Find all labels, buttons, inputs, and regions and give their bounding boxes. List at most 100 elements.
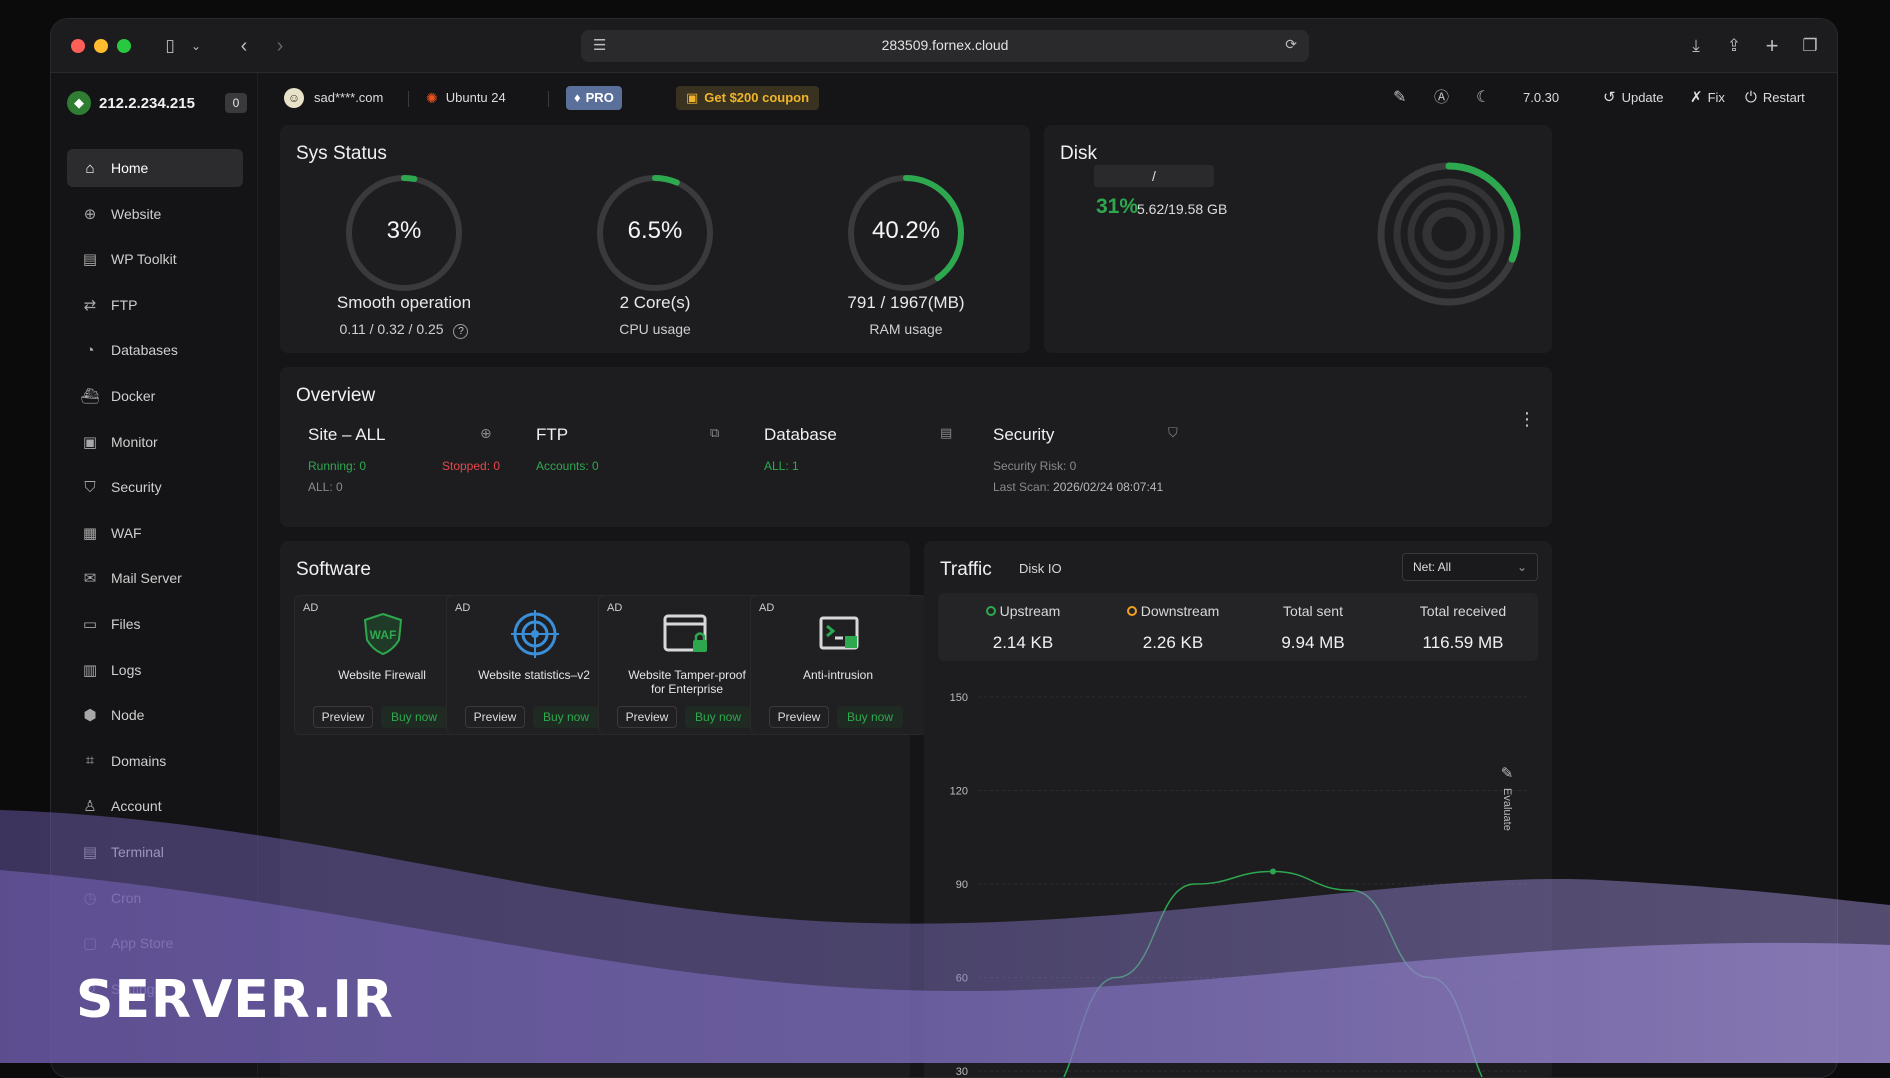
notification-count[interactable]: 0 (225, 93, 247, 113)
site-stopped[interactable]: Stopped: 0 (442, 459, 500, 473)
sidebar-item-domains[interactable]: ⌗ Domains (67, 742, 243, 780)
database-icon: ▤ (940, 425, 953, 440)
minimize-window-button[interactable] (94, 39, 108, 53)
sidebar-item-website[interactable]: ⊕ Website (67, 195, 243, 233)
disk-panel: Disk / 31% 5.62/19.58 GB (1044, 125, 1552, 353)
security-overview-title[interactable]: Security (993, 425, 1054, 445)
net-select[interactable]: Net: All ⌄ (1402, 553, 1538, 581)
sidebar-item-security[interactable]: ⛉ Security (67, 468, 243, 506)
preview-button[interactable]: Preview (465, 706, 525, 728)
sidebar-item-home[interactable]: ⌂ Home (67, 149, 243, 187)
ram-usage-label: RAM usage (869, 321, 943, 337)
sidebar-item-label: FTP (111, 296, 138, 313)
sidebar-item-label: WAF (111, 524, 142, 541)
sidebar-toggle-icon[interactable]: ▯ (157, 33, 183, 59)
sidebar-item-account[interactable]: ♙ Account (67, 787, 243, 825)
docker-icon: ⛴ (80, 387, 100, 405)
security-risk[interactable]: Security Risk: 0 (993, 459, 1076, 473)
edit-icon[interactable]: ✎ (1393, 86, 1406, 110)
disk-gauge[interactable] (1374, 159, 1524, 309)
diamond-icon: ♦ (574, 90, 581, 105)
total-sent-label: Total sent (1283, 603, 1343, 619)
traffic-peak-point[interactable] (1270, 868, 1276, 875)
sidebar-item-files[interactable]: ▭ Files (67, 605, 243, 643)
software-card-firewall[interactable]: AD WAF Website Firewall Preview Buy now (294, 595, 470, 735)
coupon-button[interactable]: ▣ Get $200 coupon (676, 86, 820, 110)
disk-mount-tab[interactable]: / (1094, 165, 1214, 187)
software-card-statistics[interactable]: AD Website statistics–v2 Preview Buy now (446, 595, 622, 735)
tab-disk-io[interactable]: Disk IO (1019, 561, 1062, 576)
sidebar-item-databases[interactable]: ◔ Databases (67, 331, 243, 369)
restart-button[interactable]: ⏻ Restart (1745, 86, 1805, 110)
sidebar-item-logs[interactable]: ▥ Logs (67, 651, 243, 689)
last-scan: Last Scan: 2026/02/24 08:07:41 (993, 480, 1163, 494)
preview-button[interactable]: Preview (769, 706, 829, 728)
share-icon[interactable]: ⇪ (1721, 33, 1747, 59)
chevron-down-icon[interactable]: ⌄ (187, 33, 205, 59)
wrench-icon: ✗ (1690, 89, 1703, 106)
preview-button[interactable]: Preview (617, 706, 677, 728)
translate-icon[interactable]: Ⓐ (1434, 86, 1449, 110)
buy-now-button[interactable]: Buy now (533, 706, 599, 728)
ftp-overview-title[interactable]: FTP (536, 425, 568, 445)
os-info[interactable]: ✺ Ubuntu 24 (426, 86, 506, 110)
traffic-chart[interactable]: 150 120 90 60 30 (938, 681, 1538, 1078)
fix-button[interactable]: ✗ Fix (1690, 86, 1725, 110)
sidebar: ◆ 212.2.234.215 0 ⌂ Home ⊕ Website ▤ WP Too… (51, 73, 258, 1077)
firewall-icon: ▦ (82, 524, 98, 542)
download-icon[interactable]: ⤓ (1683, 33, 1709, 59)
update-button[interactable]: ↺ Update (1603, 86, 1664, 110)
sidebar-item-cron[interactable]: ◷ Cron (67, 879, 243, 917)
server-ip: 212.2.234.215 (99, 94, 195, 112)
sidebar-item-waf[interactable]: ▦ WAF (67, 514, 243, 552)
total-received-label: Total received (1419, 603, 1507, 619)
sidebar-item-label: Docker (111, 387, 156, 404)
upstream-stat: Upstream 2.14 KB (938, 603, 1108, 653)
site-running[interactable]: Running: 0 (308, 459, 366, 473)
mail-icon: ✉ (83, 570, 97, 588)
database-overview-title[interactable]: Database (764, 425, 837, 445)
buy-now-button[interactable]: Buy now (685, 706, 751, 728)
database-all[interactable]: ALL: 1 (764, 459, 799, 473)
software-card-anti-intrusion[interactable]: AD Anti-intrusion Preview Buy now (750, 595, 926, 735)
software-card-tamper-proof[interactable]: AD Website Tamper-proof for Enterprise P… (598, 595, 774, 735)
new-tab-icon[interactable]: + (1759, 33, 1785, 59)
ad-badge: AD (759, 602, 775, 614)
sidebar-item-ftp[interactable]: ⇄ FTP (67, 286, 243, 324)
preview-button[interactable]: Preview (313, 706, 373, 728)
statistics-target-icon (511, 610, 559, 658)
total-sent-value: 9.94 MB (1281, 633, 1345, 652)
ftp-accounts[interactable]: Accounts: 0 (536, 459, 599, 473)
sidebar-item-label: Databases (111, 342, 178, 359)
more-options-icon[interactable]: ⋮ (1518, 409, 1536, 430)
divider (408, 91, 409, 107)
sidebar-item-terminal[interactable]: ▤ Terminal (67, 833, 243, 871)
sidebar-item-monitor[interactable]: ▣ Monitor (67, 423, 243, 461)
sidebar-item-node[interactable]: ⬢ Node (67, 696, 243, 734)
help-icon[interactable]: ? (453, 324, 469, 339)
maximize-window-button[interactable] (117, 39, 131, 53)
evaluate-tab[interactable]: ✎ Evaluate (1495, 764, 1519, 854)
tabs-overview-icon[interactable]: ❐ (1797, 33, 1823, 59)
sidebar-item-wp-toolkit[interactable]: ▤ WP Toolkit (67, 240, 243, 278)
close-window-button[interactable] (71, 39, 85, 53)
sidebar-item-docker[interactable]: ⛴ Docker (67, 377, 243, 415)
total-sent-stat: Total sent 9.94 MB (1228, 603, 1398, 653)
sidebar-item-mail-server[interactable]: ✉ Mail Server (67, 559, 243, 597)
tab-traffic[interactable]: Traffic (940, 559, 992, 581)
theme-moon-icon[interactable]: ☾ (1476, 86, 1490, 110)
buy-now-button[interactable]: Buy now (837, 706, 903, 728)
shield-icon: ⛉ (1168, 425, 1178, 440)
back-icon[interactable]: ‹ (231, 33, 257, 59)
address-bar[interactable]: ☰ 283509.fornex.cloud ⟳ (581, 30, 1309, 62)
user-account[interactable]: ☺ sad****.com (284, 86, 383, 110)
buy-now-button[interactable]: Buy now (381, 706, 447, 728)
site-overview-title[interactable]: Site – ALL (308, 425, 386, 445)
forward-icon[interactable]: › (267, 33, 293, 59)
pro-badge[interactable]: ♦ PRO (566, 86, 622, 110)
reload-icon[interactable]: ⟳ (1285, 36, 1297, 53)
ad-badge: AD (607, 602, 623, 614)
downstream-label: Downstream (1140, 603, 1220, 619)
sidebar-item-app-store[interactable]: ▢ App Store (67, 924, 243, 962)
site-all[interactable]: ALL: 0 (308, 480, 343, 494)
